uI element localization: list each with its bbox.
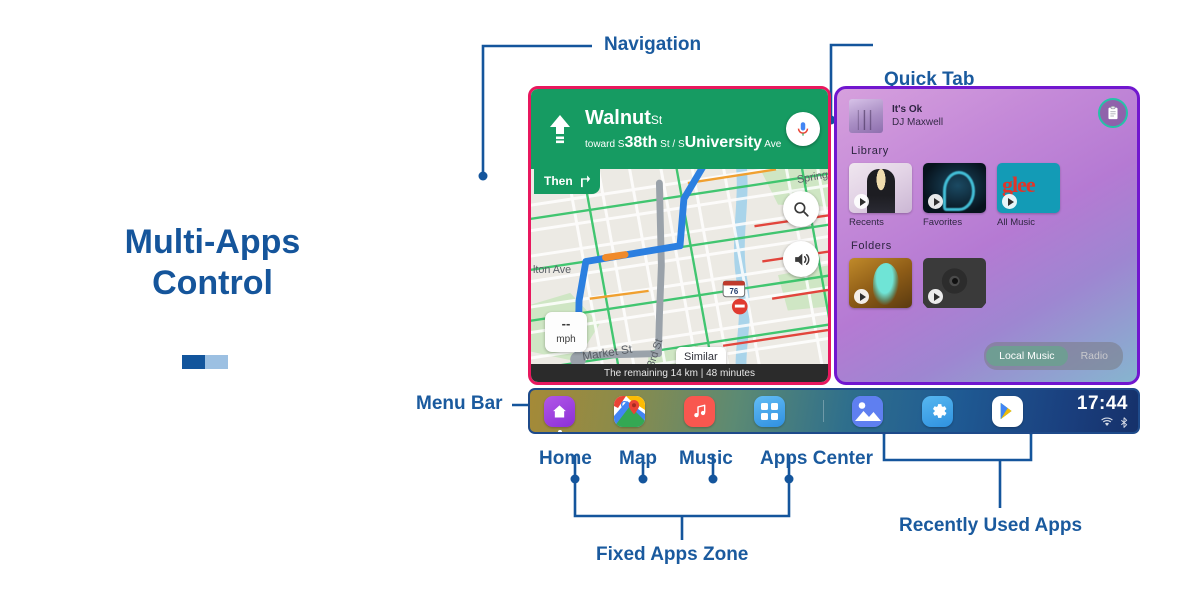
label-menu-bar: Menu Bar <box>416 393 503 414</box>
clipboard-icon[interactable] <box>1098 98 1128 128</box>
label-navigation: Navigation <box>604 34 702 55</box>
fixed-apps-zone: G <box>544 395 785 432</box>
label-fixed-apps-zone: Fixed Apps Zone <box>596 544 749 565</box>
play-icon[interactable] <box>928 194 943 209</box>
home-icon[interactable] <box>544 395 575 432</box>
library-thumbnail[interactable] <box>923 163 986 213</box>
library-item[interactable]: Favorites <box>923 163 986 228</box>
now-playing[interactable]: It's Ok DJ Maxwell <box>849 99 1125 133</box>
play-store-icon[interactable] <box>992 395 1023 427</box>
toward-num2: University <box>684 133 762 151</box>
label-apps-center: Apps Center <box>760 448 873 469</box>
library-item-label: All Music <box>997 217 1036 228</box>
label-recently-used-apps: Recently Used Apps <box>899 515 1083 536</box>
menu-bar: G 17:44 <box>528 388 1140 434</box>
recently-used-apps-zone <box>852 395 1023 427</box>
similar-eta-line-1: Similar <box>684 351 718 363</box>
connector-dot-navigation <box>478 171 488 181</box>
navigation-panel[interactable]: 76 lton Ave Market St S 33rd St Spring W… <box>528 86 831 385</box>
svg-text:76: 76 <box>730 287 739 296</box>
library-item[interactable]: Recents <box>849 163 912 228</box>
eta-status-bar: The remaining 14 km | 48 minutes <box>531 364 828 382</box>
connector-dot-map <box>638 474 648 484</box>
quick-tab-switcher[interactable]: Local Music Radio <box>984 342 1123 370</box>
connector-dot-apps <box>784 474 794 484</box>
toward-prefix: toward <box>585 138 616 150</box>
connector-dot-music <box>708 474 718 484</box>
head-unit-screen: 76 lton Ave Market St S 33rd St Spring W… <box>528 86 1140 434</box>
now-playing-title: It's Ok <box>892 103 923 115</box>
progress-segment-filled <box>182 355 205 369</box>
navigation-street-suffix: St <box>650 112 663 127</box>
play-icon[interactable] <box>854 289 869 304</box>
page-title-line-1: Multi-Apps <box>124 223 301 261</box>
library-thumbnail[interactable] <box>997 163 1060 213</box>
toward-s2: S <box>677 138 685 150</box>
label-home: Home <box>539 448 592 469</box>
gear-icon[interactable] <box>922 395 953 427</box>
label-map: Map <box>619 448 657 469</box>
library-section-title: Library <box>851 145 889 157</box>
tab-radio[interactable]: Radio <box>1068 346 1121 366</box>
slide-progress-indicator <box>182 355 228 369</box>
folders-section-title: Folders <box>851 240 892 252</box>
clock: 17:44 <box>1076 393 1128 414</box>
svg-text:G: G <box>621 400 629 411</box>
search-icon[interactable] <box>783 191 819 227</box>
label-music: Music <box>679 448 733 469</box>
bluetooth-icon <box>1121 417 1128 428</box>
status-icons <box>1101 417 1128 428</box>
status-cluster: 17:44 <box>1077 394 1128 428</box>
music-panel[interactable]: It's Ok DJ Maxwell Library Recents Favor… <box>834 86 1140 385</box>
toward-suffix1: St <box>660 138 670 150</box>
speed-value: -- <box>561 316 571 332</box>
speedometer-chip: -- mph <box>545 312 587 352</box>
wifi-icon <box>1101 417 1113 427</box>
library-item[interactable]: All Music <box>997 163 1060 228</box>
turn-right-icon <box>580 175 590 188</box>
home-active-dot <box>557 429 562 432</box>
toward-num1: 38th <box>624 133 658 151</box>
menu-bar-divider <box>823 400 824 422</box>
connector-dot-home <box>570 474 580 484</box>
page-title: Multi-Apps Control <box>60 222 365 304</box>
library-item-label: Recents <box>849 217 884 228</box>
navigation-toward: toward S38th St / SUniversity Ave <box>585 134 786 152</box>
music-note-icon[interactable] <box>684 395 715 427</box>
navigation-street: WalnutSt <box>585 107 786 129</box>
toward-separator: / <box>672 138 676 150</box>
album-art <box>849 99 883 133</box>
navigation-instruction-text: WalnutSt toward S38th St / SUniversity A… <box>577 107 786 152</box>
page-title-line-2: Control <box>152 263 273 302</box>
play-icon[interactable] <box>1002 194 1017 209</box>
speed-unit: mph <box>556 333 576 345</box>
folder-thumbnail[interactable] <box>923 258 986 308</box>
google-maps-icon[interactable]: G <box>614 395 645 427</box>
microphone-icon[interactable] <box>786 112 820 146</box>
library-thumbnail[interactable] <box>849 163 912 213</box>
folders-thumbnail-row <box>849 258 1125 308</box>
tab-local-music[interactable]: Local Music <box>986 346 1068 366</box>
library-item-label: Favorites <box>923 217 963 228</box>
now-playing-artist: DJ Maxwell <box>892 117 944 128</box>
play-icon[interactable] <box>928 289 943 304</box>
grid-apps-icon[interactable] <box>754 395 785 427</box>
library-thumbnail-row: Recents Favorites All Music <box>849 163 1125 228</box>
progress-segment-empty <box>205 355 228 369</box>
then-maneuver-badge: Then <box>534 169 600 194</box>
folder-item[interactable] <box>849 258 912 308</box>
svg-text:lton Ave: lton Ave <box>533 264 571 276</box>
navigation-instruction-header: WalnutSt toward S38th St / SUniversity A… <box>531 89 828 169</box>
navigation-street-name: Walnut <box>585 106 651 129</box>
play-icon[interactable] <box>854 194 869 209</box>
toward-suffix2: Ave <box>764 138 782 150</box>
folder-thumbnail[interactable] <box>849 258 912 308</box>
then-label: Then <box>544 174 573 188</box>
straight-arrow-icon <box>543 114 577 144</box>
photos-icon[interactable] <box>852 395 883 427</box>
folder-item[interactable] <box>923 258 986 308</box>
volume-on-icon[interactable] <box>783 241 819 277</box>
